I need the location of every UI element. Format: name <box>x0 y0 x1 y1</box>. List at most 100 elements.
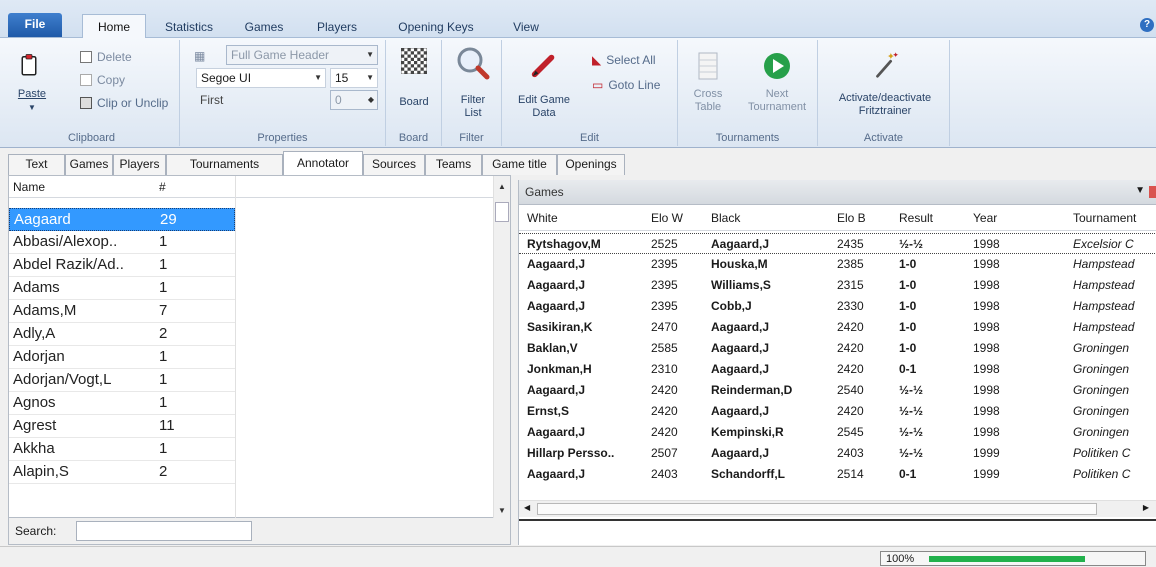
subtab-openings[interactable]: Openings <box>557 154 625 175</box>
subtab-sources[interactable]: Sources <box>363 154 425 175</box>
subtab-tournaments[interactable]: Tournaments <box>166 154 283 175</box>
column-header-elo-b[interactable]: Elo B <box>837 211 866 225</box>
edit-game-data-button[interactable]: Edit Game Data <box>518 50 570 120</box>
list-item[interactable]: Akkha 1 <box>9 438 235 461</box>
next-tournament-button[interactable]: Next Tournament <box>740 52 814 114</box>
column-header-white[interactable]: White <box>527 211 558 225</box>
list-item[interactable]: Adorjan/Vogt,L 1 <box>9 369 235 392</box>
column-header-result[interactable]: Result <box>899 211 933 225</box>
cross-table-button[interactable]: Cross Table <box>688 52 728 114</box>
annotator-name: Agnos <box>13 394 56 411</box>
subtab-annotator[interactable]: Annotator <box>283 151 363 176</box>
chevron-down-icon[interactable]: ▼ <box>1135 185 1145 196</box>
clip-unclip-button[interactable]: Clip or Unclip <box>80 96 168 110</box>
cell-tournament: Excelsior C <box>1073 237 1134 251</box>
table-row[interactable]: Aagaard,J 2395 Cobb,J 2330 1-0 1998 Hamp… <box>519 296 1156 317</box>
cell-elo-b: 2420 <box>837 404 864 418</box>
first-spinner[interactable]: 0 ◆ <box>330 90 378 110</box>
list-item[interactable]: Aagaard 29 <box>9 208 235 231</box>
cell-tournament: Politiken C <box>1073 467 1131 481</box>
cell-result: ½-½ <box>899 425 924 439</box>
scroll-thumb[interactable] <box>495 202 509 222</box>
scroll-right-icon[interactable]: ▶ <box>1143 503 1149 512</box>
subtab-text[interactable]: Text <box>8 154 65 175</box>
scroll-down-icon[interactable]: ▼ <box>498 506 506 515</box>
close-icon[interactable] <box>1149 186 1156 198</box>
tab-opening-keys[interactable]: Opening Keys <box>388 17 484 38</box>
table-row[interactable]: Aagaard,J 2420 Reinderman,D 2540 ½-½ 199… <box>519 380 1156 401</box>
paste-button[interactable]: Paste ▼ <box>16 50 48 114</box>
column-header-year[interactable]: Year <box>973 211 997 225</box>
activate-fritztrainer-button[interactable]: ✦ ✦ Activate/deactivate Fritztrainer <box>826 50 944 118</box>
tab-home[interactable]: Home <box>82 14 146 39</box>
annotator-list-header: Name # <box>9 176 495 198</box>
table-row[interactable]: Baklan,V 2585 Aagaard,J 2420 1-0 1998 Gr… <box>519 338 1156 359</box>
scroll-up-icon[interactable]: ▲ <box>498 182 506 191</box>
search-bar: Search: <box>8 518 511 545</box>
scroll-thumb[interactable] <box>537 503 1097 515</box>
board-button[interactable]: Board <box>394 47 434 109</box>
table-row[interactable]: Sasikiran,K 2470 Aagaard,J 2420 1-0 1998… <box>519 317 1156 338</box>
copy-button[interactable]: Copy <box>80 73 125 87</box>
scroll-left-icon[interactable]: ◀ <box>524 503 530 512</box>
tab-players[interactable]: Players <box>312 17 362 38</box>
select-all-button[interactable]: ◣ Select All <box>592 53 656 67</box>
table-row[interactable]: Aagaard,J 2395 Houska,M 2385 1-0 1998 Ha… <box>519 254 1156 275</box>
chevron-down-icon: ▼ <box>366 73 374 82</box>
table-row[interactable]: Aagaard,J 2403 Schandorff,L 2514 0-1 199… <box>519 464 1156 485</box>
goto-line-button[interactable]: ▭ Goto Line <box>592 78 660 92</box>
column-header-name[interactable]: Name <box>13 180 45 194</box>
game-header-combo[interactable]: Full Game Header ▼ <box>226 45 378 65</box>
annotator-count: 7 <box>159 302 168 319</box>
list-item[interactable]: Abbasi/Alexop.. 1 <box>9 231 235 254</box>
group-tournaments: Cross Table Next Tournament Tournaments <box>678 40 818 146</box>
annotator-count: 1 <box>159 279 168 296</box>
filter-list-button[interactable]: Filter List <box>452 46 494 120</box>
list-item[interactable]: Agnos 1 <box>9 392 235 415</box>
list-item[interactable]: Adorjan 1 <box>9 346 235 369</box>
table-row[interactable]: Aagaard,J 2395 Williams,S 2315 1-0 1998 … <box>519 275 1156 296</box>
list-item[interactable]: Adams 1 <box>9 277 235 300</box>
delete-button[interactable]: Delete <box>80 50 132 64</box>
annotator-name: Adly,A <box>13 325 56 342</box>
cell-white: Aagaard,J <box>527 299 586 313</box>
search-input[interactable] <box>76 521 252 541</box>
subtab-game-title[interactable]: Game title <box>482 154 557 175</box>
table-row[interactable]: Aagaard,J 2420 Kempinski,R 2545 ½-½ 1998… <box>519 422 1156 443</box>
annotator-name: Adorjan/Vogt,L <box>13 371 112 388</box>
cell-elo-w: 2395 <box>651 299 678 313</box>
group-label-board: Board <box>398 132 429 144</box>
tab-file[interactable]: File <box>8 13 62 37</box>
list-item[interactable]: Agrest 11 <box>9 415 235 438</box>
list-item[interactable]: Adly,A 2 <box>9 323 235 346</box>
size-value: 15 <box>335 71 349 85</box>
search-label: Search: <box>15 524 57 538</box>
list-item[interactable]: Alapin,S 2 <box>9 461 235 484</box>
table-row[interactable]: Hillarp Persso.. 2507 Aagaard,J 2403 ½-½… <box>519 443 1156 464</box>
table-row[interactable]: Ernst,S 2420 Aagaard,J 2420 ½-½ 1998 Gro… <box>519 401 1156 422</box>
cell-elo-w: 2420 <box>651 425 678 439</box>
help-icon[interactable]: ? <box>1140 18 1154 32</box>
horizontal-scrollbar[interactable]: ◀ ▶ <box>519 500 1156 517</box>
subtab-teams[interactable]: Teams <box>425 154 482 175</box>
tab-view[interactable]: View <box>508 17 544 38</box>
cell-tournament: Hampstead <box>1073 320 1135 334</box>
vertical-scrollbar[interactable]: ▲ ▼ <box>493 176 510 519</box>
subtab-players[interactable]: Players <box>113 154 166 175</box>
size-combo[interactable]: 15 ▼ <box>330 68 378 88</box>
column-header-tournament[interactable]: Tournament <box>1073 211 1153 225</box>
list-item[interactable]: Abdel Razik/Ad.. 1 <box>9 254 235 277</box>
tab-games[interactable]: Games <box>240 17 288 38</box>
column-header-count[interactable]: # <box>159 180 166 194</box>
tab-statistics[interactable]: Statistics <box>158 17 220 38</box>
font-combo[interactable]: Segoe UI ▼ <box>196 68 326 88</box>
cell-year: 1998 <box>973 237 1000 251</box>
annotator-count: 2 <box>159 325 168 342</box>
column-header-elo-w[interactable]: Elo W <box>651 211 683 225</box>
table-row[interactable]: Rytshagov,M 2525 Aagaard,J 2435 ½-½ 1998… <box>519 233 1156 254</box>
table-row[interactable]: Jonkman,H 2310 Aagaard,J 2420 0-1 1998 G… <box>519 359 1156 380</box>
subtab-games[interactable]: Games <box>65 154 113 175</box>
annotator-count: 29 <box>160 211 177 228</box>
list-item[interactable]: Adams,M 7 <box>9 300 235 323</box>
column-header-black[interactable]: Black <box>711 211 740 225</box>
